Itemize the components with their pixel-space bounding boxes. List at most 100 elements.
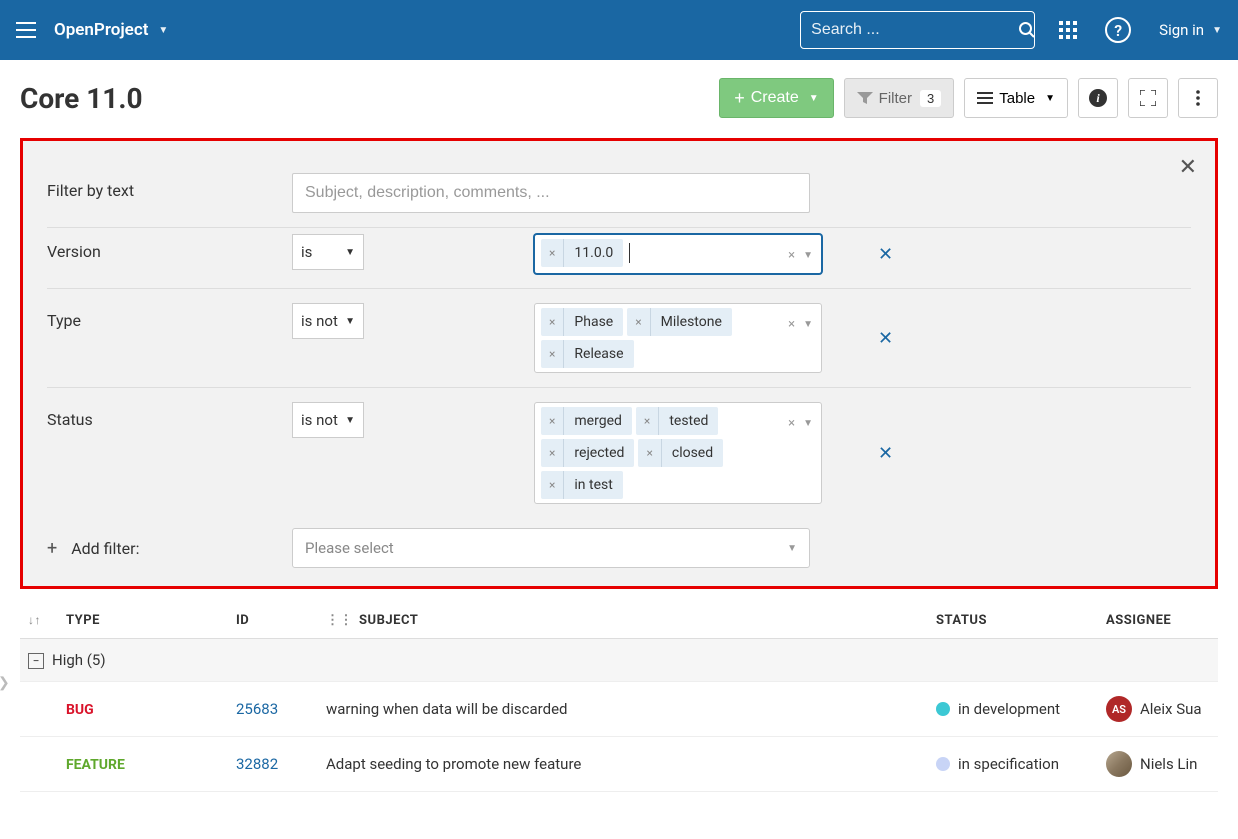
assignee-name: Aleix Sua [1140, 700, 1202, 718]
filter-operator-select[interactable]: is not ▼ [292, 402, 364, 438]
plus-icon: + [734, 89, 745, 107]
global-search[interactable] [800, 11, 1035, 49]
add-filter-select[interactable]: Please select ▼ [292, 528, 810, 568]
chevron-down-icon[interactable]: ▼ [803, 319, 813, 330]
close-icon[interactable]: ✕ [1179, 155, 1197, 180]
tag-label: merged [564, 413, 632, 429]
col-subject[interactable]: ⋮⋮SUBJECT [318, 603, 928, 639]
filter-icon [857, 91, 873, 105]
panel-drag-handle[interactable]: ❯ [0, 675, 10, 691]
remove-filter-icon[interactable]: ✕ [878, 443, 893, 464]
assignee-name: Niels Lin [1140, 755, 1197, 773]
filter-field-label: Type [47, 303, 292, 330]
filter-tag: × in test [541, 471, 623, 499]
subject-cell: Adapt seeding to promote new feature [318, 737, 928, 792]
filter-button[interactable]: Filter 3 [844, 78, 955, 118]
filter-tag: × tested [636, 407, 719, 435]
help-icon[interactable]: ? [1105, 17, 1131, 43]
tag-remove-icon[interactable]: × [541, 308, 564, 336]
signin-label: Sign in [1159, 21, 1204, 39]
tag-remove-icon[interactable]: × [541, 439, 564, 467]
table-row[interactable]: BUG 25683 warning when data will be disc… [20, 682, 1218, 737]
chevron-down-icon: ▼ [1212, 25, 1222, 36]
tag-label: closed [662, 445, 723, 461]
collapse-icon[interactable]: − [28, 653, 44, 669]
brand-label: OpenProject [54, 20, 148, 40]
chevron-down-icon[interactable]: ▼ [803, 418, 813, 429]
filter-tag: × closed [638, 439, 723, 467]
add-filter-placeholder: Please select [305, 539, 394, 557]
filter-operator-select[interactable]: is not ▼ [292, 303, 364, 339]
filter-label: Filter [879, 90, 912, 107]
filter-count: 3 [920, 90, 941, 107]
filter-value-multiselect[interactable]: × 11.0.0 × ▼ [534, 234, 822, 274]
more-menu-button[interactable] [1178, 78, 1218, 118]
chevron-down-icon[interactable]: ▼ [803, 250, 813, 261]
filter-tag: × merged [541, 407, 632, 435]
filter-text-row: Filter by text [47, 159, 1191, 228]
filter-operator-select[interactable]: is ▼ [292, 234, 364, 270]
id-link[interactable]: 32882 [236, 755, 278, 773]
tag-remove-icon[interactable]: × [541, 239, 564, 267]
filter-text-input[interactable] [292, 173, 810, 213]
kebab-icon [1196, 90, 1200, 106]
brand-menu[interactable]: OpenProject ▼ [54, 20, 168, 40]
filter-text-label: Filter by text [47, 173, 292, 200]
info-button[interactable]: i [1078, 78, 1118, 118]
remove-filter-icon[interactable]: ✕ [878, 328, 893, 349]
signin-menu[interactable]: Sign in ▼ [1159, 21, 1222, 39]
apps-grid-icon[interactable] [1059, 21, 1077, 39]
clear-all-icon[interactable]: × [788, 416, 795, 431]
filter-row: Type is not ▼ × Phase × Milestone × Rele… [47, 289, 1191, 388]
col-id[interactable]: ID [228, 603, 318, 639]
status-label: in specification [958, 755, 1059, 773]
tag-remove-icon[interactable]: × [638, 439, 661, 467]
search-icon[interactable] [1018, 21, 1036, 39]
col-status[interactable]: STATUS [928, 603, 1098, 639]
avatar: AS [1106, 696, 1132, 722]
fullscreen-button[interactable] [1128, 78, 1168, 118]
chevron-down-icon: ▼ [345, 415, 355, 426]
tag-remove-icon[interactable]: × [627, 308, 650, 336]
tag-label: Phase [564, 314, 623, 330]
status-label: in development [958, 700, 1060, 718]
id-link[interactable]: 25683 [236, 700, 278, 718]
filter-tag: × 11.0.0 [541, 239, 623, 267]
fullscreen-icon [1140, 90, 1156, 106]
clear-all-icon[interactable]: × [788, 317, 795, 332]
table-row[interactable]: FEATURE 32882 Adapt seeding to promote n… [20, 737, 1218, 792]
chevron-down-icon: ▼ [787, 543, 797, 554]
subject-cell: warning when data will be discarded [318, 682, 928, 737]
filter-tag: × rejected [541, 439, 634, 467]
column-handle-icon: ⋮⋮ [326, 613, 353, 628]
chevron-down-icon: ▼ [345, 247, 355, 258]
tag-remove-icon[interactable]: × [541, 407, 564, 435]
chevron-down-icon: ▼ [345, 316, 355, 327]
create-button[interactable]: + Create ▼ [719, 78, 833, 118]
plus-icon: + [47, 538, 57, 559]
work-package-table: ↓↑ TYPE ID ⋮⋮SUBJECT STATUS ASSIGNEE −Hi… [20, 603, 1218, 792]
view-mode-button[interactable]: Table ▼ [964, 78, 1068, 118]
info-icon: i [1089, 89, 1107, 107]
tag-remove-icon[interactable]: × [636, 407, 659, 435]
operator-value: is [301, 243, 312, 261]
filter-field-label: Status [47, 402, 292, 429]
hamburger-menu-icon[interactable] [16, 22, 36, 38]
chevron-down-icon: ▼ [809, 93, 819, 104]
filter-value-multiselect[interactable]: × Phase × Milestone × Release × ▼ [534, 303, 822, 373]
remove-filter-icon[interactable]: ✕ [878, 244, 893, 265]
add-filter-row: + Add filter: Please select ▼ [47, 518, 1191, 568]
clear-all-icon[interactable]: × [788, 248, 795, 263]
col-type[interactable]: TYPE [58, 603, 228, 639]
tag-label: rejected [564, 445, 634, 461]
filter-value-multiselect[interactable]: × merged × tested × rejected × closed × … [534, 402, 822, 504]
type-badge: BUG [66, 702, 94, 718]
filter-field-label: Version [47, 234, 292, 261]
chevron-down-icon: ▼ [1045, 93, 1055, 104]
col-assignee[interactable]: ASSIGNEE [1098, 603, 1218, 639]
group-row[interactable]: −High (5) [20, 639, 1218, 682]
tag-remove-icon[interactable]: × [541, 471, 564, 499]
search-input[interactable] [811, 21, 1018, 39]
tag-remove-icon[interactable]: × [541, 340, 564, 368]
col-sort[interactable]: ↓↑ [20, 603, 58, 639]
